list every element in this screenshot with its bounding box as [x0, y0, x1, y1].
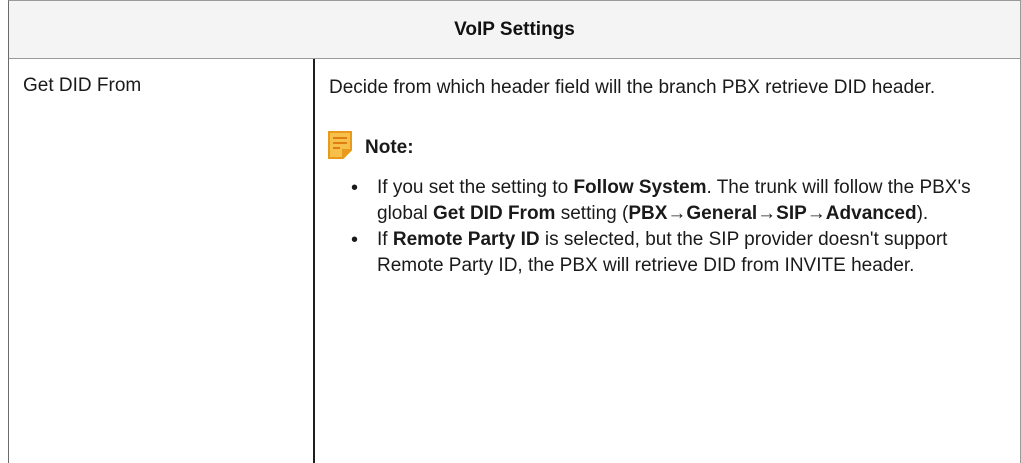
note-icon — [327, 130, 353, 160]
menu-path-advanced: Advanced — [825, 203, 917, 224]
arrow-icon: → — [806, 203, 826, 224]
note-text: ). — [916, 203, 929, 224]
note-item-remote-party-id: If Remote Party ID is selected, but the … — [351, 227, 977, 279]
note-bold: Remote Party ID — [392, 229, 540, 250]
setting-description-cell: Decide from which header field will the … — [315, 59, 1020, 463]
note-heading: Note: — [327, 129, 1008, 161]
table-header: VoIP Settings — [9, 1, 1020, 59]
menu-path-general: General — [686, 203, 758, 224]
note-title: Note: — [365, 137, 414, 158]
note-text: If you set the setting to — [377, 177, 574, 198]
menu-path-pbx: PBX — [628, 203, 668, 224]
note-text: If — [377, 229, 393, 250]
note-bold: Get DID From — [433, 203, 556, 224]
setting-name: Get DID From — [23, 75, 142, 96]
note-text: setting ( — [555, 203, 629, 224]
note-item-follow-system: If you set the setting to Follow System.… — [351, 175, 977, 227]
arrow-icon: → — [757, 203, 777, 224]
setting-description: Decide from which header field will the … — [329, 77, 936, 98]
note-list: If you set the setting to Follow System.… — [329, 175, 1008, 279]
setting-name-cell: Get DID From — [9, 59, 315, 463]
settings-table: VoIP Settings Get DID From Decide from w… — [8, 0, 1021, 463]
table-header-title: VoIP Settings — [454, 18, 575, 40]
menu-path-sip: SIP — [776, 203, 807, 224]
arrow-icon: → — [667, 203, 687, 224]
note-bold: Follow System — [573, 177, 707, 198]
table-row: Get DID From Decide from which header fi… — [9, 59, 1020, 463]
